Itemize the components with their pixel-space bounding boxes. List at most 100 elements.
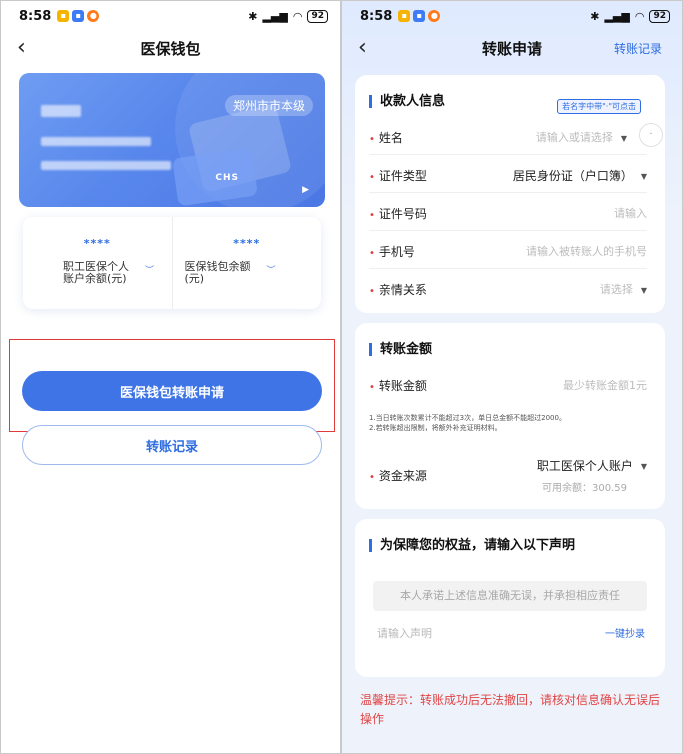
transfer-limit-notes: 1.当日转账次数累计不能超过3次，单日总金额不能超过2000。 2.若转账超出限… — [369, 413, 566, 433]
bluetooth-icon: ✱ — [248, 9, 258, 23]
id-number-input[interactable]: 请输入 — [614, 205, 647, 221]
wifi-icon: ◠ — [634, 9, 645, 23]
right-screen: 8:58 ▪ ▪ ● ✱ ▂▄▆ ◠ 92 ‹ 转账申请 转账记录 收款人信息 … — [341, 0, 683, 754]
back-arrow-icon[interactable]: ‹ — [358, 35, 378, 61]
field-label-text: 亲情关系 — [378, 283, 427, 297]
field-label: • 手机号 — [369, 245, 415, 259]
chevron-down-icon: ▼ — [620, 133, 627, 143]
fund-source-field[interactable]: • 资金来源 职工医保个人账户 ▼ 可用余额：300.59 — [369, 453, 647, 497]
back-arrow-icon[interactable]: ‹ — [17, 35, 37, 61]
balance-label-line: 账户余额(元) — [63, 272, 127, 285]
field-label: • 亲情关系 — [369, 283, 427, 297]
nav-bar: ‹ 转账申请 转账记录 — [342, 31, 682, 65]
section-title: 为保障您的权益，请输入以下声明 — [369, 539, 575, 552]
signal-icon: ▂▄▆ — [262, 9, 288, 23]
balance-label-line: (元) — [184, 272, 205, 285]
statement-text: 本人承诺上述信息准确无误，并承担相应责任 — [373, 581, 647, 611]
section-title: 转账金额 — [369, 343, 432, 356]
statement-section: 为保障您的权益，请输入以下声明 本人承诺上述信息准确无误，并承担相应责任 请输入… — [355, 519, 665, 677]
name-input[interactable]: 请输入或请选择 ▼ — [536, 129, 627, 145]
amount-input[interactable]: 最少转账金额1元 — [563, 377, 647, 393]
field-label-text: 资金来源 — [378, 469, 427, 483]
section-title: 收款人信息 — [369, 95, 445, 108]
fund-source-select[interactable]: 职工医保个人账户 ▼ — [537, 457, 647, 474]
balance-panel: **** 职工医保个人 账户余额(元) ︶ **** 医保钱包余额 (元) ︶ — [23, 217, 321, 309]
status-bar: 8:58 ▪ ▪ ● ✱ ▂▄▆ ◠ 92 — [342, 1, 682, 31]
id-type-field[interactable]: • 证件类型 居民身份证（户口簿） ▼ — [369, 157, 647, 193]
field-label-text: 证件类型 — [378, 169, 427, 183]
field-placeholder: 请输入或请选择 — [535, 131, 613, 144]
page-title: 医保钱包 — [140, 39, 201, 58]
eye-closed-icon[interactable]: ︶ — [145, 263, 154, 276]
relationship-field[interactable]: • 亲情关系 请选择 ▼ — [369, 271, 647, 307]
note-line: 2.若转账超出限制，将额外补充证明材料。 — [369, 424, 502, 432]
wifi-icon: ◠ — [292, 9, 303, 23]
warning-text: 温馨提示：转账成功后无法撤回，请核对信息确认无误后操作 — [360, 693, 661, 726]
nav-bar: ‹ 医保钱包 — [1, 31, 340, 65]
region-badge: 郑州市市本级 — [224, 95, 313, 116]
field-value-text: 居民身份证（户口簿） — [512, 169, 633, 183]
chevron-down-icon: ▼ — [640, 462, 647, 471]
name-field[interactable]: • 姓名 请输入或请选择 ▼ · — [369, 119, 663, 155]
field-label: • 证件号码 — [369, 207, 427, 221]
amount-field[interactable]: • 转账金额 最少转账金额1元 — [369, 367, 647, 403]
note-line: 1.当日转账次数累计不能超过3次，单日总金额不能超过2000。 — [369, 414, 566, 422]
copy-statement-link[interactable]: 一键抄录 — [605, 625, 645, 640]
payee-info-section: 收款人信息 若名字中带"·"可点击 • 姓名 请输入或请选择 ▼ · • 证件类型 居… — [355, 75, 665, 313]
id-number-field[interactable]: • 证件号码 请输入 — [369, 195, 647, 231]
battery-icon: 92 — [307, 9, 328, 23]
card-holder-name-blurred — [41, 105, 81, 117]
app-notification-icon: ▪ — [413, 10, 426, 22]
name-dot-hint-button[interactable]: 若名字中带"·"可点击 — [557, 99, 641, 114]
wallet-balance: **** 医保钱包余额 (元) ︶ — [171, 217, 322, 309]
status-indicators: ✱ ▂▄▆ ◠ 92 — [248, 9, 328, 23]
phone-input[interactable]: 请输入被转账人的手机号 — [526, 243, 647, 259]
signal-icon: ▂▄▆ — [604, 9, 630, 23]
app-notification-icon: ▪ — [57, 10, 70, 22]
left-screen: 8:58 ▪ ▪ ● ✱ ▂▄▆ ◠ 92 ‹ 医保钱包 CHS 郑州市市本级 … — [0, 0, 341, 754]
page-title: 转账申请 — [481, 39, 542, 58]
status-time: 8:58 — [360, 8, 393, 24]
app-notification-icon: ● — [428, 10, 441, 22]
transfer-apply-button[interactable]: 医保钱包转账申请 — [22, 371, 322, 411]
chevron-down-icon: ▼ — [640, 172, 647, 181]
field-label: • 证件类型 — [369, 169, 427, 183]
eye-closed-icon[interactable]: ︶ — [267, 263, 276, 276]
chs-logo: CHS — [215, 173, 239, 183]
app-notification-icon: ● — [87, 10, 100, 22]
field-label-text: 手机号 — [378, 245, 415, 259]
relationship-select[interactable]: 请选择 ▼ — [600, 281, 647, 297]
field-label: • 转账金额 — [369, 379, 427, 393]
personal-account-balance: **** 职工医保个人 账户余额(元) ︶ — [23, 217, 172, 309]
field-label-text: 证件号码 — [378, 207, 427, 221]
amount-section: 转账金额 • 转账金额 最少转账金额1元 1.当日转账次数累计不能超过3次，单日总… — [355, 323, 665, 509]
balance-masked: **** — [233, 237, 261, 250]
chevron-down-icon: ▼ — [640, 285, 647, 295]
field-label: • 姓名 — [369, 131, 403, 145]
available-balance: 可用余额：300.59 — [542, 483, 627, 494]
card-number-blurred — [41, 137, 151, 146]
dot-insert-button[interactable]: · — [639, 123, 663, 147]
app-notification-icon: ▪ — [398, 10, 411, 22]
phone-field[interactable]: • 手机号 请输入被转账人的手机号 — [369, 233, 647, 269]
field-label: • 资金来源 — [369, 469, 427, 483]
card-id-blurred — [41, 161, 171, 170]
bluetooth-icon: ✱ — [590, 9, 600, 23]
field-placeholder: 请选择 — [599, 283, 633, 296]
insurance-card[interactable]: CHS 郑州市市本级 ▶ — [19, 73, 325, 207]
transfer-records-link[interactable]: 转账记录 — [614, 40, 662, 57]
play-icon[interactable]: ▶ — [302, 185, 309, 195]
status-time: 8:58 — [19, 8, 52, 24]
field-label-text: 姓名 — [378, 131, 403, 145]
statement-input[interactable]: 请输入声明 — [377, 625, 432, 641]
balance-label: 职工医保个人 账户余额(元) — [63, 261, 129, 285]
balance-label: 医保钱包余额 (元) — [185, 261, 251, 285]
status-bar: 8:58 ▪ ▪ ● ✱ ▂▄▆ ◠ 92 — [1, 1, 340, 31]
app-notification-icon: ▪ — [72, 10, 85, 22]
status-indicators: ✱ ▂▄▆ ◠ 92 — [590, 9, 670, 23]
battery-icon: 92 — [649, 9, 670, 23]
field-value-text: 职工医保个人账户 — [536, 459, 633, 473]
transfer-records-button[interactable]: 转账记录 — [22, 425, 322, 465]
balance-masked: **** — [83, 237, 111, 250]
id-type-select[interactable]: 居民身份证（户口簿） ▼ — [513, 167, 647, 184]
